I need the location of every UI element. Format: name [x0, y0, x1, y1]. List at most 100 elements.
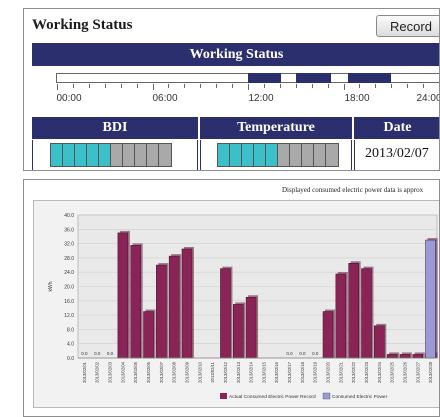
x-tick-label: 2013/02/01 [82, 361, 87, 383]
y-tick-label: 0.0 [67, 356, 74, 362]
y-tick-label: 20.0 [64, 285, 74, 291]
x-tick-label: 2013/02/26 [402, 361, 407, 383]
x-tick-label: 2013/02/09 [184, 361, 189, 383]
actual-power-bar [386, 354, 398, 359]
timeline-active-block [295, 73, 331, 83]
meter-segment [87, 144, 99, 166]
power-bar-chart: 0.0 4.0 8.0 12.0 16.0 20.0 24.0 28.0 32.0 36.0 40.… [48, 213, 438, 400]
y-tick-label: 40.0 [64, 213, 74, 219]
actual-power-bar [361, 268, 372, 359]
x-tick-label: 2013/02/10 [197, 361, 202, 383]
timeline-tick [359, 84, 361, 88]
meter-segment [230, 144, 242, 166]
x-tick-label: 2013/02/06 [146, 361, 151, 383]
x-tick-label: 2013/02/25 [390, 361, 395, 383]
timeline-tick [120, 84, 122, 88]
actual-power-bar [143, 311, 154, 359]
actual-power-bar [374, 325, 385, 359]
timeline-tick [407, 84, 409, 88]
timeline-tick [327, 84, 329, 88]
x-tick-label: 2013/02/22 [351, 361, 356, 383]
y-tick-label: 12.0 [64, 313, 74, 319]
timeline-tick [263, 84, 265, 88]
panel-title: Working Status [32, 17, 133, 33]
actual-power-bar [245, 296, 257, 359]
power-chart-panel: Displayed consumed electric power data i… [23, 179, 440, 417]
legend-label-actual: Actual Consumed Electric Power Record [229, 394, 316, 400]
bdi-level-meter [50, 143, 172, 167]
meter-segment [242, 144, 254, 166]
actual-power-bar [233, 304, 244, 359]
timeline-tick [57, 84, 58, 90]
meter-segment [218, 144, 230, 166]
consumed-power-bar [425, 239, 436, 359]
x-tick-label: 2013/02/23 [364, 361, 369, 383]
meter-segment [99, 144, 111, 166]
x-tick-label: 2013/02/07 [159, 361, 164, 383]
actual-power-bar [335, 273, 347, 359]
x-tick-label: 2013/02/08 [172, 361, 177, 383]
meter-segment [302, 144, 314, 166]
meter-segment [159, 144, 171, 166]
timeline-active-block [248, 73, 282, 83]
actual-power-bar [156, 264, 167, 359]
data-label: 0.0 [81, 351, 88, 356]
timeline-tick [295, 84, 297, 88]
bdi-column-header: BDI [32, 117, 198, 139]
timeline-label-0600: 06:00 [152, 93, 178, 104]
date-column-header: Date [354, 117, 439, 139]
x-tick-label: 2013/02/24 [377, 361, 382, 383]
x-tick-label: 2013/02/04 [120, 361, 125, 383]
actual-power-bar [348, 263, 359, 359]
x-tick-label: 2013/02/18 [300, 361, 305, 383]
x-tick-label: 2013/02/02 [95, 361, 100, 383]
timeline-label-1800: 18:00 [344, 93, 370, 104]
actual-power-bar [399, 354, 411, 359]
working-status-header: Working Status [32, 43, 439, 66]
timeline-active-block [348, 73, 392, 83]
legend-swatch-actual [220, 393, 227, 399]
timeline-tick [168, 84, 170, 88]
actual-power-bar [220, 268, 231, 359]
timeline-tick [248, 84, 249, 90]
timeline-label-0000: 00:00 [56, 93, 82, 104]
meter-segment [135, 144, 147, 166]
y-tick-label: 8.0 [67, 327, 74, 333]
meter-segment [51, 144, 63, 166]
y-tick-label: 4.0 [67, 342, 74, 348]
data-label: 0.0 [312, 351, 319, 356]
x-tick-label: 2013/02/11 [210, 361, 215, 382]
x-tick-label: 2013/02/14 [249, 361, 254, 383]
x-tick-label: 2013/02/20 [326, 361, 331, 383]
timeline-tick [375, 84, 377, 88]
actual-power-bar [412, 354, 424, 359]
timeline-label-2400: 24:00 [416, 93, 440, 104]
data-label: 0.0 [286, 351, 293, 356]
data-label: 0.0 [94, 351, 101, 356]
x-tick-label: 2013/02/17 [287, 361, 292, 383]
timeline-tick [232, 84, 234, 88]
timeline-tick [184, 84, 186, 88]
record-button[interactable]: Record [376, 15, 439, 37]
timeline-tick [72, 84, 74, 88]
meter-segment [147, 144, 159, 166]
temperature-column-header: Temperature [200, 117, 352, 139]
y-tick-label: 32.0 [64, 242, 74, 248]
y-tick-label: 36.0 [64, 227, 74, 233]
x-tick-label: 2013/02/03 [108, 361, 113, 383]
timeline-tick [88, 84, 90, 88]
data-label: 0.0 [299, 351, 306, 356]
timeline-tick [200, 84, 202, 88]
legend-label-consumed: Consumed Electric Power [332, 394, 388, 400]
actual-power-bar [322, 311, 334, 359]
x-tick-label: 2013/02/12 [223, 361, 228, 383]
y-tick-label: 24.0 [64, 270, 74, 276]
meter-segment [326, 144, 338, 166]
meter-segment [111, 144, 123, 166]
actual-power-bar [168, 255, 180, 359]
timeline-tick [311, 84, 313, 88]
meter-segment [290, 144, 302, 166]
actual-power-bar [181, 248, 193, 359]
x-tick-label: 2013/02/05 [133, 361, 138, 383]
actual-power-bar [130, 245, 141, 359]
